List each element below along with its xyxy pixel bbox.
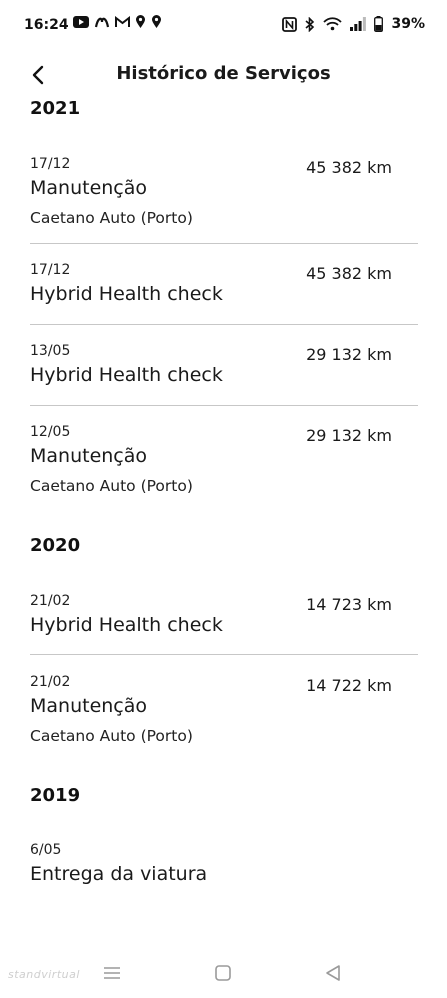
entry-title: Hybrid Health check — [30, 614, 223, 636]
entry-date: 21/02 — [30, 593, 71, 609]
service-entry[interactable]: 21/02 Hybrid Health check 14 723 km — [30, 593, 418, 643]
back-icon — [326, 965, 340, 981]
gmail-icon — [115, 16, 130, 27]
entry-km: 14 723 km — [306, 595, 392, 614]
recents-icon — [104, 967, 120, 979]
page-title: Histórico de Serviços — [116, 63, 331, 84]
signal-icon — [350, 17, 367, 31]
divider — [30, 324, 418, 325]
service-entry[interactable]: 6/05 Entrega da viatura — [30, 842, 418, 892]
battery-icon — [374, 16, 384, 32]
entry-date: 17/12 — [30, 156, 71, 172]
service-entry[interactable]: 13/05 Hybrid Health check 29 132 km — [30, 343, 418, 393]
entry-place: Caetano Auto (Porto) — [30, 727, 193, 745]
entry-km: 29 132 km — [306, 345, 392, 364]
system-nav-bar — [0, 950, 447, 998]
entry-place: Caetano Auto (Porto) — [30, 477, 193, 495]
recents-button[interactable] — [99, 960, 125, 986]
service-entry[interactable]: 17/12 Manutenção Caetano Auto (Porto) 45… — [30, 156, 418, 236]
nav-back-button[interactable] — [320, 960, 346, 986]
entry-place: Caetano Auto (Porto) — [30, 209, 193, 227]
year-heading: 2019 — [30, 785, 81, 806]
divider — [30, 654, 418, 655]
entry-km: 45 382 km — [306, 158, 392, 177]
divider — [30, 405, 418, 406]
entry-title: Hybrid Health check — [30, 283, 223, 305]
entry-km: 29 132 km — [306, 426, 392, 445]
location-icon — [152, 15, 161, 28]
entry-title: Manutenção — [30, 445, 148, 467]
location-icon — [136, 15, 145, 28]
home-icon — [215, 965, 231, 981]
bluetooth-icon — [305, 16, 315, 32]
vinted-icon — [94, 17, 110, 28]
entry-title: Entrega da viatura — [30, 863, 208, 885]
service-entry[interactable]: 17/12 Hybrid Health check 45 382 km — [30, 262, 418, 312]
youtube-icon — [73, 16, 89, 28]
divider — [30, 243, 418, 244]
status-bar: 16:24 39% — [0, 0, 447, 50]
service-entry[interactable]: 21/02 Manutenção Caetano Auto (Porto) 14… — [30, 674, 418, 754]
year-heading: 2020 — [30, 535, 81, 556]
home-button[interactable] — [210, 960, 236, 986]
entry-date: 6/05 — [30, 842, 62, 858]
entry-title: Hybrid Health check — [30, 364, 223, 386]
service-entry[interactable]: 12/05 Manutenção Caetano Auto (Porto) 29… — [30, 424, 418, 504]
battery-percentage: 39% — [391, 16, 425, 32]
entry-km: 14 722 km — [306, 676, 392, 695]
entry-date: 17/12 — [30, 262, 71, 278]
entry-title: Manutenção — [30, 177, 148, 199]
nfc-icon — [282, 16, 298, 32]
entry-date: 21/02 — [30, 674, 71, 690]
year-heading: 2021 — [30, 98, 81, 119]
entry-date: 12/05 — [30, 424, 71, 440]
status-time: 16:24 — [24, 17, 69, 33]
entry-km: 45 382 km — [306, 264, 392, 283]
service-history-list[interactable]: 2021 17/12 Manutenção Caetano Auto (Port… — [0, 96, 447, 936]
system-icons: 39% — [282, 16, 425, 32]
entry-date: 13/05 — [30, 343, 71, 359]
app-header: Histórico de Serviços — [0, 50, 447, 100]
notification-icons — [73, 15, 162, 29]
wifi-icon — [323, 17, 343, 31]
entry-title: Manutenção — [30, 695, 148, 717]
